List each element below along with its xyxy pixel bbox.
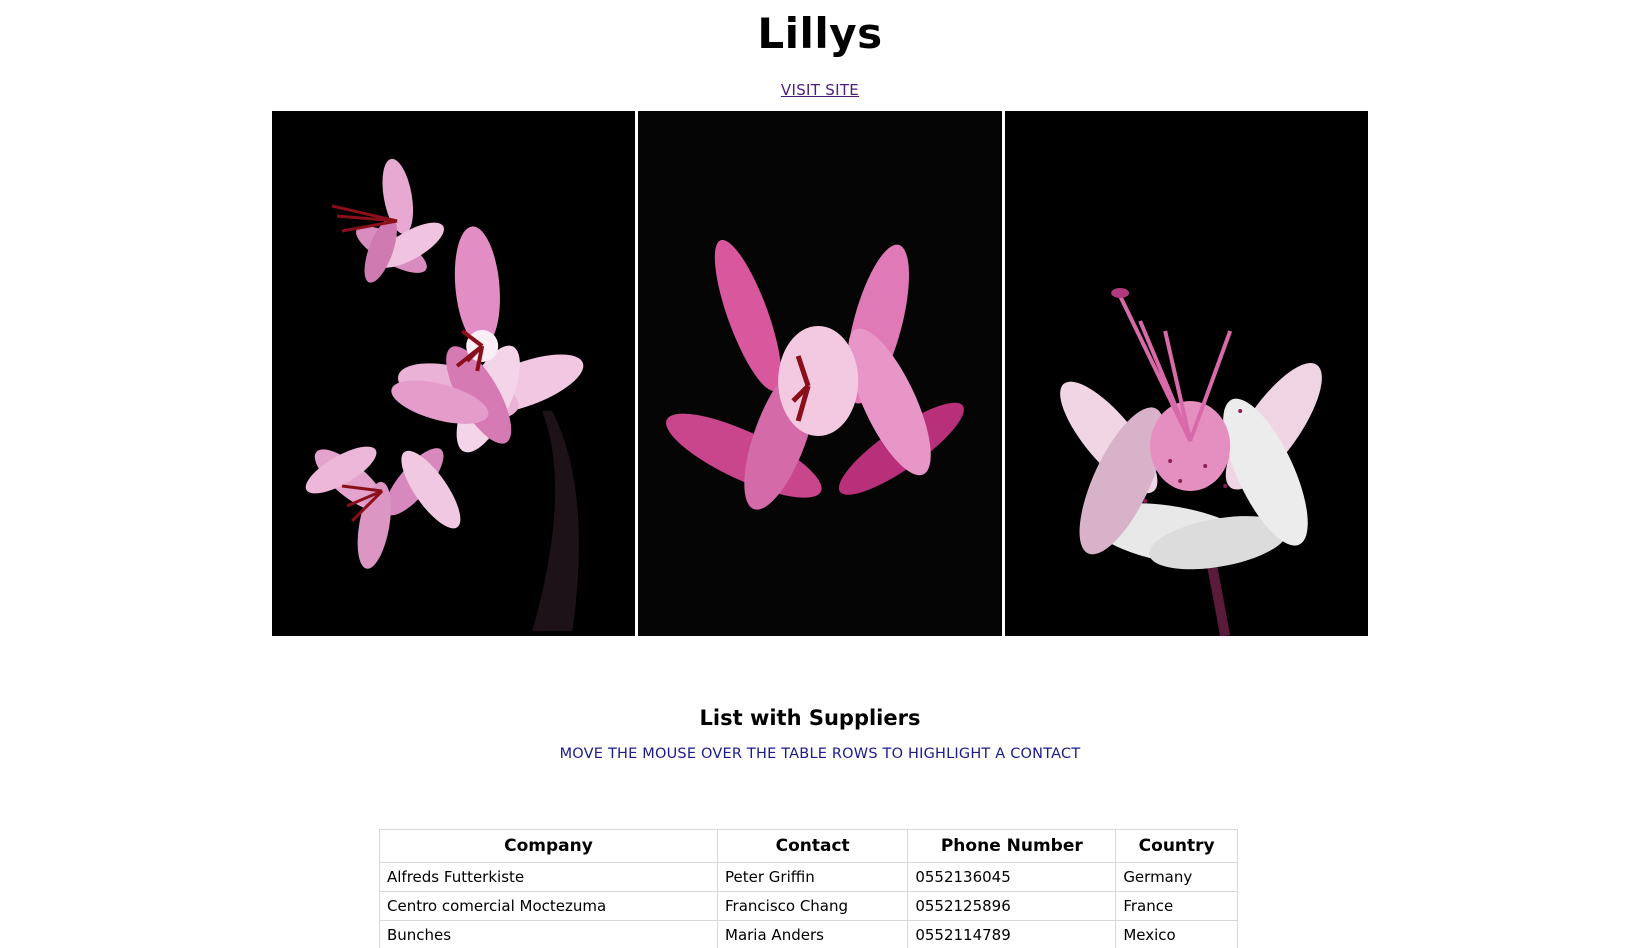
image-gallery bbox=[272, 111, 1368, 636]
visit-site-link[interactable]: VISIT SITE bbox=[781, 81, 859, 99]
cell-phone: 0552136045 bbox=[907, 862, 1117, 892]
cell-contact: Maria Anders bbox=[716, 920, 909, 948]
table-row[interactable]: Bunches Maria Anders 0552114789 Mexico bbox=[379, 920, 1238, 948]
suppliers-table: Company Contact Phone Number Country Alf… bbox=[379, 829, 1238, 948]
lily-illustration-image bbox=[1004, 111, 1368, 636]
cell-contact: Francisco Chang bbox=[716, 891, 909, 921]
cell-company: Bunches bbox=[379, 920, 718, 948]
column-header-country: Country bbox=[1115, 829, 1238, 863]
suppliers-heading: List with Suppliers bbox=[699, 706, 921, 730]
gallery-image-2[interactable] bbox=[638, 111, 1002, 636]
cell-country: Germany bbox=[1115, 862, 1238, 892]
cell-phone: 0552114789 bbox=[907, 920, 1117, 948]
cell-country: Mexico bbox=[1115, 920, 1238, 948]
page-title: Lillys bbox=[757, 9, 883, 58]
cell-country: France bbox=[1115, 891, 1238, 921]
cell-contact: Peter Griffin bbox=[716, 862, 909, 892]
cell-company: Centro comercial Moctezuma bbox=[379, 891, 718, 921]
table-header-row: Company Contact Phone Number Country bbox=[379, 829, 1238, 863]
visit-site-container: VISIT SITE bbox=[0, 80, 1640, 100]
cell-phone: 0552125896 bbox=[907, 891, 1117, 921]
column-header-contact: Contact bbox=[716, 829, 909, 863]
page: Lillys VISIT SITE List with Suppliers MO… bbox=[0, 0, 1640, 948]
table-row[interactable]: Centro comercial Moctezuma Francisco Cha… bbox=[379, 891, 1238, 921]
lily-side-image bbox=[638, 111, 1002, 636]
column-header-phone: Phone Number bbox=[907, 829, 1117, 863]
cell-company: Alfreds Futterkiste bbox=[379, 862, 718, 892]
gallery-image-1[interactable] bbox=[272, 111, 636, 636]
column-header-company: Company bbox=[379, 829, 718, 863]
gallery-image-3[interactable] bbox=[1004, 111, 1368, 636]
table-row[interactable]: Alfreds Futterkiste Peter Griffin 055213… bbox=[379, 862, 1238, 892]
lily-cluster-image bbox=[272, 111, 636, 636]
suppliers-hint: MOVE THE MOUSE OVER THE TABLE ROWS TO HI… bbox=[559, 746, 1081, 762]
